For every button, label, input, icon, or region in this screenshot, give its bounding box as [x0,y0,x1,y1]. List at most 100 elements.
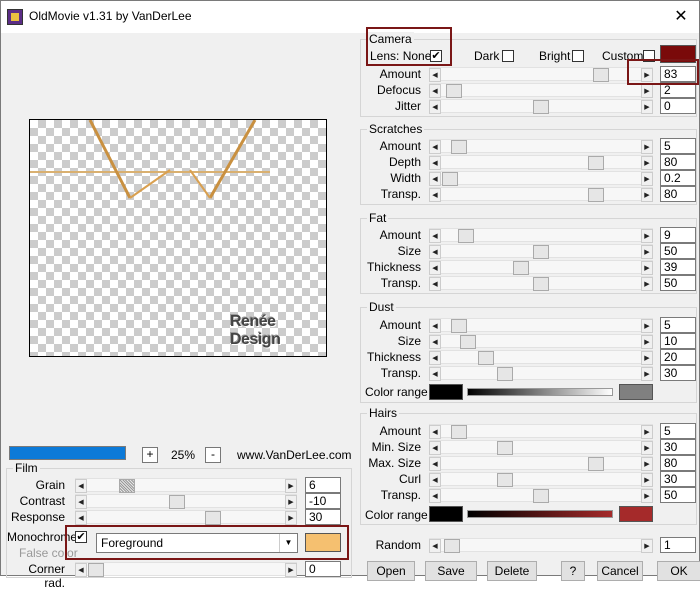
arrow-right-icon[interactable]: ▶ [641,335,653,349]
slider-track[interactable]: ◀ ▶ [429,139,653,154]
arrow-left-icon[interactable]: ◀ [429,100,441,114]
arrow-left-icon[interactable]: ◀ [429,156,441,170]
arrow-right-icon[interactable]: ▶ [285,563,297,577]
slider-thumb[interactable] [593,68,610,82]
slider-track[interactable]: ◀ ▶ [429,366,653,381]
cancel-button[interactable]: Cancel [597,561,643,581]
slider-track[interactable]: ◀ ▶ [429,171,653,186]
slider-track[interactable]: ◀ ▶ [429,456,653,471]
hairs-color-start[interactable] [429,506,463,522]
arrow-left-icon[interactable]: ◀ [429,489,441,503]
arrow-left-icon[interactable]: ◀ [429,425,441,439]
arrow-right-icon[interactable]: ▶ [641,172,653,186]
arrow-right-icon[interactable]: ▶ [641,473,653,487]
dust-color-end[interactable] [619,384,653,400]
arrow-left-icon[interactable]: ◀ [75,511,87,525]
slider-thumb[interactable] [587,156,604,170]
value-field[interactable]: 5 [660,138,696,154]
slider-thumb[interactable] [445,84,462,98]
slider-track[interactable]: ◀ ▶ [429,488,653,503]
slider-thumb[interactable] [587,188,604,202]
slider-thumb[interactable] [205,511,221,525]
value-field[interactable]: 30 [305,509,341,525]
random-value[interactable]: 1 [660,537,696,553]
arrow-right-icon[interactable]: ▶ [641,245,653,259]
slider-track[interactable]: ◀ ▶ [429,99,653,114]
slider-thumb[interactable] [478,351,495,365]
value-field[interactable]: 30 [660,365,696,381]
value-field[interactable]: 5 [660,423,696,439]
close-icon[interactable]: ✕ [671,7,691,27]
slider-thumb[interactable] [496,473,513,487]
arrow-left-icon[interactable]: ◀ [429,68,441,82]
arrow-left-icon[interactable]: ◀ [75,563,87,577]
value-field[interactable]: -10 [305,493,341,509]
save-button[interactable]: Save [425,561,477,581]
slider-track[interactable]: ◀ ▶ [429,187,653,202]
bright-checkbox[interactable] [572,50,584,62]
value-field[interactable]: 39 [660,259,696,275]
help-button[interactable]: ? [561,561,585,581]
arrow-right-icon[interactable]: ▶ [641,539,653,553]
arrow-right-icon[interactable]: ▶ [641,489,653,503]
arrow-right-icon[interactable]: ▶ [641,425,653,439]
value-field[interactable]: 9 [660,227,696,243]
value-field[interactable]: 80 [660,186,696,202]
corner-radius-slider[interactable]: ◀ ▶ [75,562,297,577]
arrow-right-icon[interactable]: ▶ [641,277,653,291]
slider-track[interactable]: ◀ ▶ [429,260,653,275]
arrow-left-icon[interactable]: ◀ [429,140,441,154]
dust-color-start[interactable] [429,384,463,400]
slider-thumb[interactable] [460,335,477,349]
arrow-right-icon[interactable]: ▶ [641,457,653,471]
slider-track[interactable]: ◀ ▶ [429,350,653,365]
arrow-left-icon[interactable]: ◀ [429,367,441,381]
arrow-right-icon[interactable]: ▶ [285,479,297,493]
slider-thumb[interactable] [587,457,604,471]
value-field[interactable]: 0 [660,98,696,114]
value-field[interactable]: 50 [660,243,696,259]
arrow-left-icon[interactable]: ◀ [429,229,441,243]
arrow-left-icon[interactable]: ◀ [429,319,441,333]
value-field[interactable]: 30 [660,439,696,455]
arrow-right-icon[interactable]: ▶ [641,188,653,202]
arrow-left-icon[interactable]: ◀ [75,495,87,509]
arrow-right-icon[interactable]: ▶ [641,441,653,455]
slider-track[interactable]: ◀ ▶ [429,472,653,487]
arrow-left-icon[interactable]: ◀ [429,441,441,455]
open-button[interactable]: Open [367,561,415,581]
arrow-left-icon[interactable]: ◀ [75,479,87,493]
arrow-right-icon[interactable]: ▶ [641,156,653,170]
value-field[interactable]: 20 [660,349,696,365]
arrow-left-icon[interactable]: ◀ [429,473,441,487]
arrow-left-icon[interactable]: ◀ [429,539,441,553]
value-field[interactable]: 80 [660,154,696,170]
value-field[interactable]: 30 [660,471,696,487]
corner-radius-value[interactable]: 0 [305,561,341,577]
slider-thumb[interactable] [512,261,529,275]
ok-button[interactable]: OK [657,561,700,581]
value-field[interactable]: 10 [660,333,696,349]
slider-thumb[interactable] [533,100,549,114]
slider-thumb[interactable] [533,245,549,259]
arrow-right-icon[interactable]: ▶ [641,319,653,333]
slider-track[interactable]: ◀ ▶ [75,510,297,525]
value-field[interactable]: 50 [660,275,696,291]
slider-track[interactable]: ◀ ▶ [429,424,653,439]
arrow-right-icon[interactable]: ▶ [641,261,653,275]
slider-thumb[interactable] [451,140,468,154]
value-field[interactable]: 80 [660,455,696,471]
arrow-left-icon[interactable]: ◀ [429,351,441,365]
slider-thumb[interactable] [458,229,475,243]
zoom-in-button[interactable]: + [142,447,158,463]
hairs-color-end[interactable] [619,506,653,522]
slider-track[interactable]: ◀ ▶ [429,67,653,82]
random-slider[interactable]: ◀ ▶ [429,538,653,553]
arrow-left-icon[interactable]: ◀ [429,277,441,291]
slider-track[interactable]: ◀ ▶ [429,228,653,243]
value-field[interactable]: 50 [660,487,696,503]
slider-thumb[interactable] [443,539,460,553]
slider-track[interactable]: ◀ ▶ [429,244,653,259]
slider-thumb[interactable] [451,319,468,333]
arrow-right-icon[interactable]: ▶ [285,511,297,525]
